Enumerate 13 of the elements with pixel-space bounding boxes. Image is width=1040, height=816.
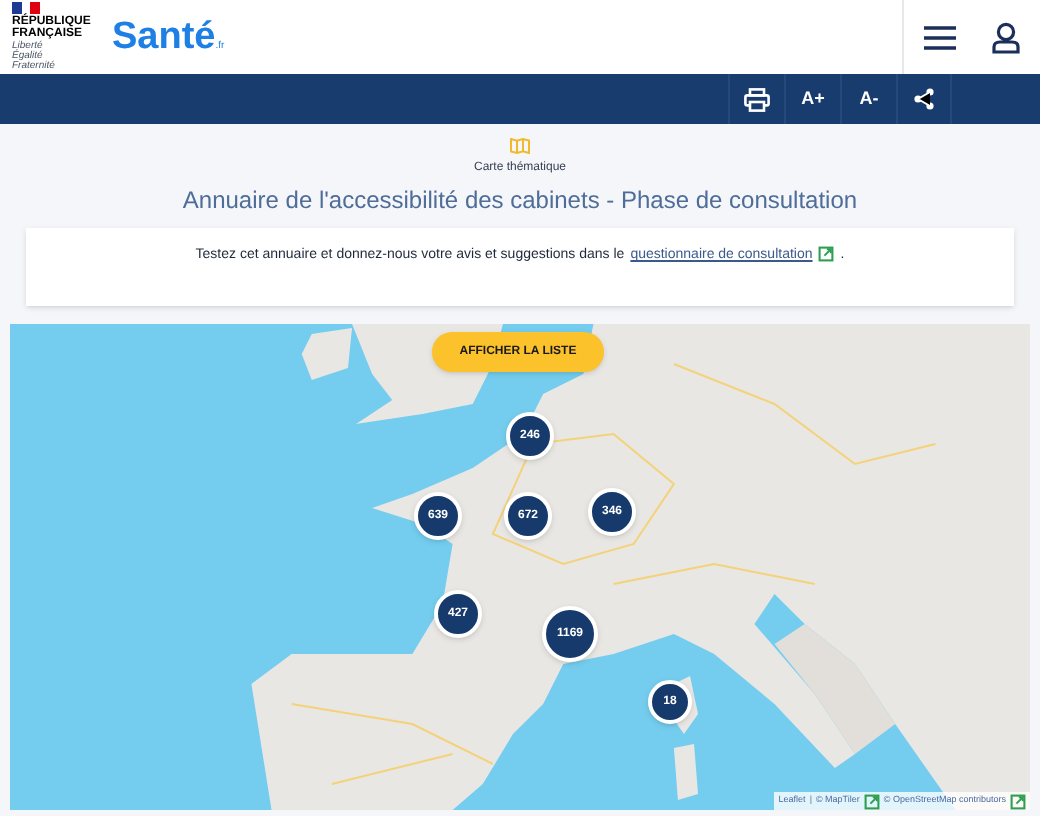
external-link-icon [863,793,880,809]
external-link-icon [818,246,835,262]
page-title: Annuaire de l'accessibilité des cabinets - Phase de consultation [182,184,858,218]
share-button[interactable] [896,74,952,124]
external-link-icon [1010,793,1026,809]
flag-icon [12,2,40,14]
map-icon [510,138,530,154]
user-icon[interactable] [992,21,1020,53]
font-size-button[interactable]: A+ [784,74,840,124]
printer-icon [744,87,770,111]
font-size-button[interactable]: A- [840,74,896,124]
menu-icon[interactable] [924,25,956,49]
share-icon [914,88,934,110]
